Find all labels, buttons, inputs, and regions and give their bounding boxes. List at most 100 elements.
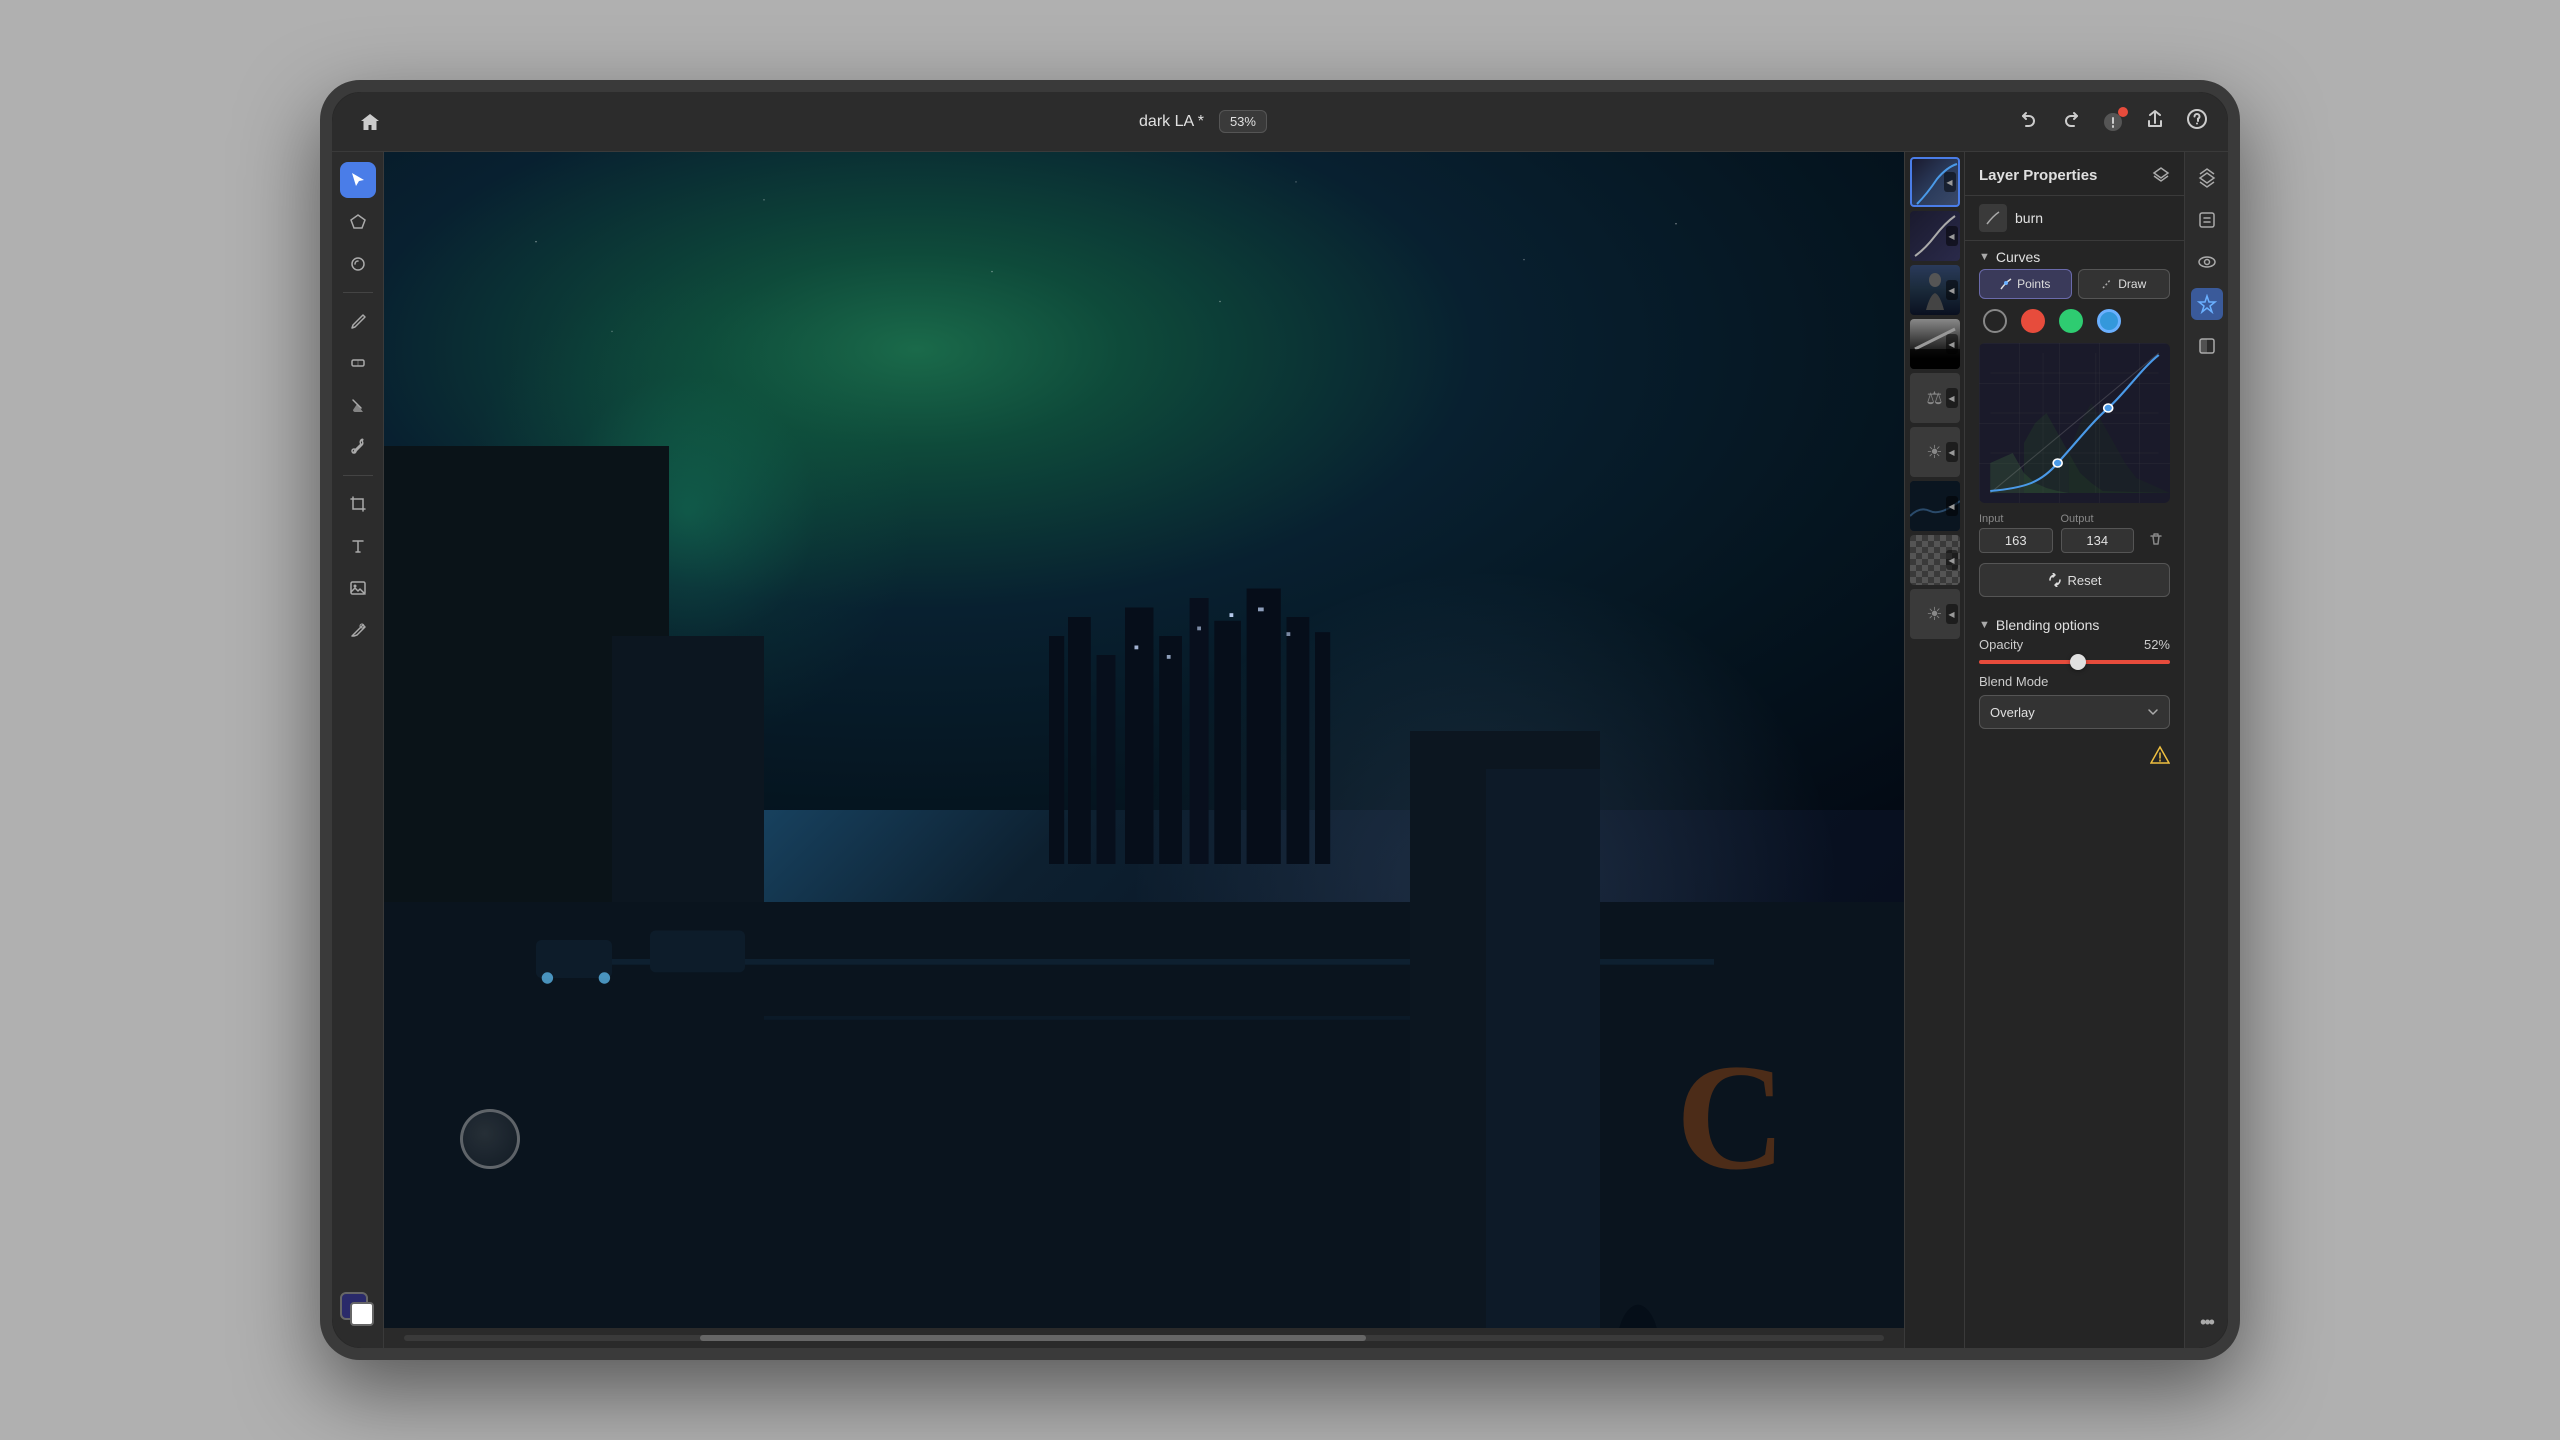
layer-props-icon-button[interactable] xyxy=(2191,204,2223,236)
top-bar-center: dark LA * 53% xyxy=(1139,110,1267,133)
zoom-level[interactable]: 53% xyxy=(1219,110,1267,133)
top-bar-left xyxy=(352,104,388,140)
alert-button[interactable] xyxy=(2102,111,2124,133)
scroll-thumb[interactable] xyxy=(700,1335,1366,1341)
panel-icons xyxy=(2152,164,2170,187)
blending-section: Opacity 52% Blend Mode Overlay xyxy=(1965,637,2184,737)
layer-expand-6[interactable]: ◀ xyxy=(1946,442,1958,462)
bottom-scrollbar[interactable] xyxy=(384,1328,1904,1348)
tool-select[interactable] xyxy=(340,162,376,198)
layer-thumb-1[interactable]: ◀ xyxy=(1910,157,1960,207)
canvas-image: C xyxy=(384,152,1904,1348)
layers-icon-button[interactable] xyxy=(2191,162,2223,194)
layer-thumb-6[interactable]: ☀ ◀ xyxy=(1910,427,1960,477)
input-label: Input xyxy=(1979,513,2053,525)
layer-expand-2[interactable]: ◀ xyxy=(1946,226,1958,246)
tool-eraser[interactable] xyxy=(340,345,376,381)
visibility-icon-button[interactable] xyxy=(2191,246,2223,278)
top-bar-right xyxy=(2018,108,2208,135)
layer-thumb-2[interactable]: ◀ xyxy=(1910,211,1960,261)
layer-name-row: burn xyxy=(1965,196,2184,241)
left-toolbar xyxy=(332,152,384,1348)
right-panel: Layer Properties xyxy=(1964,152,2184,1348)
alert-dot xyxy=(2118,107,2128,117)
layer-type-icon xyxy=(1979,204,2007,232)
layer-thumb-8[interactable]: ◀ xyxy=(1910,535,1960,585)
points-button[interactable]: Points xyxy=(1979,269,2072,299)
layer-expand-9[interactable]: ◀ xyxy=(1946,604,1958,624)
fx-icon-button[interactable] xyxy=(2191,288,2223,320)
more-options-button[interactable]: ••• xyxy=(2191,1306,2223,1338)
layer-thumb-4[interactable]: ◀ xyxy=(1910,319,1960,369)
top-bar: dark LA * 53% xyxy=(332,92,2228,152)
panel-header: Layer Properties xyxy=(1965,152,2184,196)
curves-section-header[interactable]: ▼ Curves xyxy=(1965,241,2184,269)
layer-thumb-5[interactable]: ⚖ ◀ xyxy=(1910,373,1960,423)
panel-layers-icon[interactable] xyxy=(2152,164,2170,187)
delete-point-button[interactable] xyxy=(2142,525,2170,553)
tool-text[interactable] xyxy=(340,528,376,564)
layer-expand-4[interactable]: ◀ xyxy=(1946,334,1958,354)
channel-green-button[interactable] xyxy=(2059,309,2083,333)
output-value[interactable]: 134 xyxy=(2061,528,2135,553)
blend-mode-value: Overlay xyxy=(1990,705,2035,720)
layer-expand-5[interactable]: ◀ xyxy=(1946,388,1958,408)
tool-lasso[interactable] xyxy=(340,204,376,240)
layer-expand-7[interactable]: ◀ xyxy=(1946,496,1958,516)
blending-section-header[interactable]: ▼ Blending options xyxy=(1965,609,2184,637)
draw-button[interactable]: Draw xyxy=(2078,269,2171,299)
channel-red-button[interactable] xyxy=(2021,309,2045,333)
opacity-slider[interactable] xyxy=(1979,660,2170,664)
layer-thumb-9[interactable]: ☀ ◀ xyxy=(1910,589,1960,639)
channel-rgb-button[interactable] xyxy=(1983,309,2007,333)
canvas-area[interactable]: C xyxy=(384,152,1904,1348)
tool-crop[interactable] xyxy=(340,486,376,522)
layer-name: burn xyxy=(2015,210,2043,226)
curves-graph[interactable] xyxy=(1979,343,2170,503)
channel-blue-button[interactable] xyxy=(2097,309,2121,333)
blending-collapse-arrow: ▼ xyxy=(1979,619,1990,631)
layers-strip: ◀ ◀ ◀ xyxy=(1904,152,1964,1348)
scroll-track[interactable] xyxy=(404,1335,1884,1341)
channel-row xyxy=(1979,309,2170,333)
share-button[interactable] xyxy=(2144,108,2166,135)
tool-brush[interactable] xyxy=(340,303,376,339)
reset-button[interactable]: Reset xyxy=(1979,563,2170,597)
curves-collapse-arrow: ▼ xyxy=(1979,251,1990,263)
layer-thumb-3[interactable]: ◀ xyxy=(1910,265,1960,315)
opacity-value: 52% xyxy=(2144,637,2170,652)
help-button[interactable] xyxy=(2186,108,2208,135)
warning-area xyxy=(1965,737,2184,773)
layer-expand-3[interactable]: ◀ xyxy=(1946,280,1958,300)
mask-icon-button[interactable] xyxy=(2191,330,2223,362)
tool-color-sampler[interactable] xyxy=(340,612,376,648)
tool-magic-wand[interactable] xyxy=(340,246,376,282)
redo-button[interactable] xyxy=(2060,108,2082,135)
tool-eyedropper[interactable] xyxy=(340,429,376,465)
undo-button[interactable] xyxy=(2018,108,2040,135)
input-value[interactable]: 163 xyxy=(1979,528,2053,553)
layer-expand-8[interactable]: ◀ xyxy=(1946,550,1958,570)
blend-mode-select[interactable]: Overlay xyxy=(1979,695,2170,729)
reset-label: Reset xyxy=(2068,573,2102,588)
layer-expand-1[interactable]: ◀ xyxy=(1944,172,1956,192)
background-color[interactable] xyxy=(350,1302,374,1326)
canvas-circle-indicator xyxy=(460,1109,520,1169)
tablet-frame: dark LA * 53% xyxy=(320,80,2240,1360)
right-icon-strip: ••• xyxy=(2184,152,2228,1348)
warning-icon[interactable] xyxy=(2150,745,2170,765)
blending-section-title: Blending options xyxy=(1996,617,2100,633)
panel-title: Layer Properties xyxy=(1979,167,2097,184)
color-swatches xyxy=(340,1292,376,1338)
curves-tools: Points Draw xyxy=(1979,269,2170,299)
opacity-slider-thumb[interactable] xyxy=(2070,654,2086,670)
tool-fill[interactable] xyxy=(340,387,376,423)
main-area: C ◀ xyxy=(332,152,2228,1348)
document-title: dark LA * xyxy=(1139,113,1204,131)
tool-image[interactable] xyxy=(340,570,376,606)
output-label: Output xyxy=(2061,513,2135,525)
home-button[interactable] xyxy=(352,104,388,140)
curves-section: Points Draw xyxy=(1965,269,2184,609)
blend-mode-label: Blend Mode xyxy=(1979,674,2170,689)
layer-thumb-7[interactable]: ◀ xyxy=(1910,481,1960,531)
